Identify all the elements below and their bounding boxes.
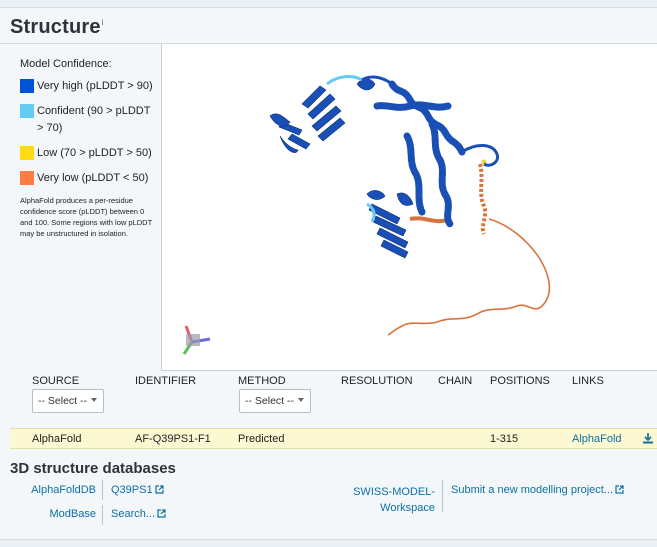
helix-long [373, 80, 466, 228]
db-divider [102, 505, 103, 525]
cell-positions: 1-315 [490, 433, 519, 445]
disordered-tail [387, 218, 551, 336]
axes-indicator [182, 325, 211, 355]
legend-item-confident: Confident (90 > pLDDT > 70) [20, 103, 155, 137]
db-divider [442, 480, 443, 512]
legend-item-very-low: Very low (pLDDT < 50) [20, 170, 155, 187]
source-select-value: -- Select -- [38, 395, 88, 407]
alphafold-link[interactable]: AlphaFold [572, 433, 622, 445]
col-header-links: LINKS [572, 375, 604, 387]
info-icon[interactable]: i [102, 18, 104, 27]
db-link-text: Search... [111, 508, 156, 520]
domain-top-left [269, 78, 376, 153]
legend-heading: Model Confidence: [20, 58, 112, 70]
confident-swatch [20, 104, 34, 118]
cell-source: AlphaFold [32, 433, 82, 445]
db-link-modbase[interactable]: Search... [111, 508, 166, 520]
db-name-line: SWISS-MODEL- [353, 486, 435, 498]
legend-label: Very low (pLDDT < 50) [37, 172, 149, 184]
structure-card: Structurei Model Confidence: Very high (… [0, 7, 657, 540]
low-swatch [20, 146, 34, 160]
chevron-down-icon [91, 398, 97, 402]
cell-method: Predicted [238, 433, 285, 445]
db-name-swiss-model: SWISS-MODEL- Workspace [353, 484, 435, 516]
method-select[interactable]: -- Select -- [239, 389, 311, 413]
col-header-source: SOURCE [32, 375, 80, 387]
protein-structure-render [182, 75, 551, 355]
db-divider [102, 480, 103, 500]
col-header-chain: CHAIN [438, 375, 473, 387]
structure-3d-viewer[interactable] [161, 44, 657, 371]
legend-label: Very high (pLDDT > 90) [37, 80, 153, 92]
db-link-alphafolddb[interactable]: Q39PS1 [111, 484, 164, 496]
db-name-modbase: ModBase [49, 508, 96, 520]
external-link-icon [615, 485, 624, 494]
col-header-method: METHOD [238, 375, 286, 387]
legend-item-low: Low (70 > pLDDT > 50) [20, 145, 155, 162]
external-link-icon [154, 485, 164, 494]
domain-bottom [366, 190, 414, 259]
method-select-value: -- Select -- [245, 395, 295, 407]
db-link-text: Q39PS1 [111, 484, 153, 496]
db-name-alphafolddb: AlphaFoldDB [31, 484, 96, 496]
very-high-swatch [20, 79, 34, 93]
table-row[interactable]: AlphaFold AF-Q39PS1-F1 Predicted 1-315 A… [10, 428, 657, 449]
db-link-swiss-model[interactable]: Submit a new modelling project... [451, 484, 624, 496]
section-title: Structurei [10, 16, 104, 38]
source-select[interactable]: -- Select -- [32, 389, 104, 413]
legend-item-very-high: Very high (pLDDT > 90) [20, 78, 155, 95]
chevron-down-icon [298, 398, 304, 402]
db-link-text: Submit a new modelling project... [451, 484, 614, 496]
col-header-positions: POSITIONS [490, 375, 550, 387]
col-header-resolution: RESOLUTION [341, 375, 413, 387]
legend-note: AlphaFold produces a per-residue confide… [20, 196, 153, 238]
download-icon[interactable] [643, 433, 653, 444]
legend-label: Confident (90 > pLDDT > 70) [37, 105, 151, 134]
very-low-swatch [20, 171, 34, 185]
external-link-icon [157, 509, 166, 518]
col-header-identifier: IDENTIFIER [135, 375, 197, 387]
legend-label: Low (70 > pLDDT > 50) [37, 147, 152, 159]
databases-heading: 3D structure databases [10, 460, 176, 477]
db-name-line: Workspace [380, 502, 435, 514]
cell-identifier: AF-Q39PS1-F1 [135, 433, 211, 445]
confidence-legend: Model Confidence: Very high (pLDDT > 90)… [20, 58, 155, 239]
